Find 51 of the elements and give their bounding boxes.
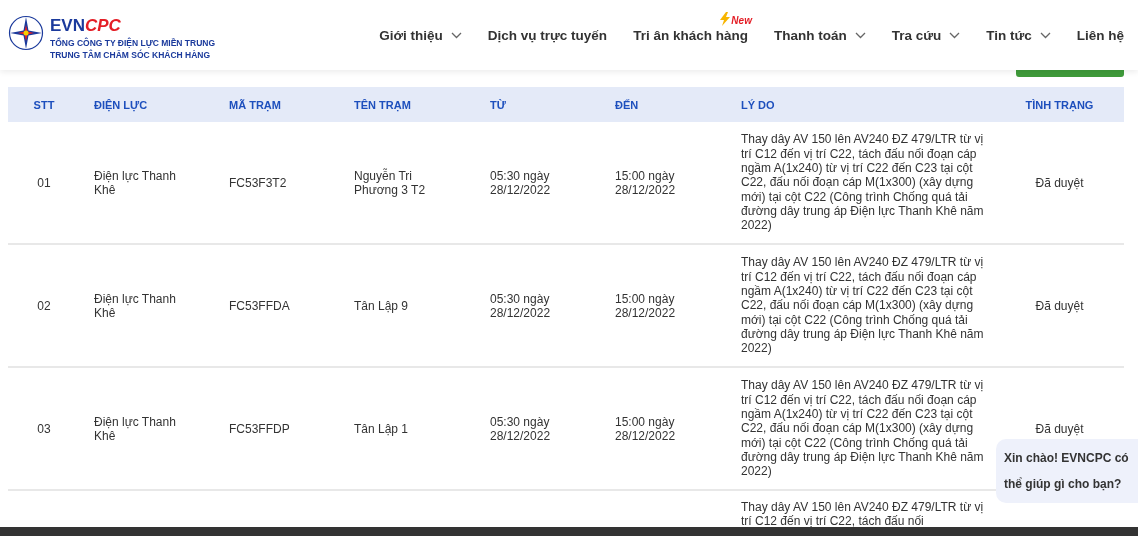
nav-link[interactable]: Giới thiệu [379,27,443,43]
chevron-down-icon[interactable] [854,31,866,39]
nav-link[interactable]: Liên hệ [1076,27,1124,43]
table-cell: Đã duyệt [1035,175,1084,190]
nav-link[interactable]: Dịch vụ trực tuyến [487,27,608,43]
table-cell-text: Điện lực Thanh Khê [94,291,177,320]
chat-bubble[interactable]: Xin chào! EVNCPC có thể giúp gì cho bạn? [996,439,1138,503]
table-cell-text: 05:30 ngày 28/12/2022 [490,414,552,443]
table-cell-text: Điện lực Thanh Khê [94,168,177,197]
chevron-down-icon[interactable] [450,31,462,39]
table-cell-text: Nguyễn Tri Phương 3 T2 [354,168,427,197]
nav-link[interactable]: Tin tức [986,27,1032,43]
logo-icon [8,15,44,51]
nav-link[interactable]: Tri ân khách hàng [633,27,748,43]
table-cell: Đã duyệt [1035,421,1084,436]
column-header: MÃ TRẠM [215,87,340,122]
logo-wordmark: EVNCPC [50,15,122,37]
table-cell: Tân Lập 1 [354,421,409,436]
table-cell: Đã duyệt [1035,298,1084,313]
table-cell-text: Điện lực Thanh Khê [94,414,177,443]
column-header: TÌNH TRẠNG [995,87,1124,122]
table-cell: FC53FFDP [229,421,290,436]
table-cell-text: 05:30 ngày 28/12/2022 [490,168,552,197]
logo-subtitle: TỔNG CÔNG TY ĐIỆN LỰC MIỀN TRUNG [50,37,216,49]
table-cell-text: Thay dây AV 150 lên AV240 ĐZ 479/LTR từ vị trí C12 đến vị trí C22, tách đấu nối đoạn cáp ngầm A(1x240) từ vị trí C22 đến C23 tại cột C22, đấu nối đoạn cáp M(1x300) (xây dựng mới) tại cột C22 (Công trình Chống quá tải đường dây trung áp Điện lực Thanh Khê năm 2022) [741,132,985,233]
column-header: STT [8,87,80,122]
column-header: TỪ [476,87,601,122]
table-cell-text: 05:30 ngày 28/12/2022 [490,291,552,320]
column-header: TÊN TRẠM [340,87,476,122]
column-header: LÝ DO [727,87,995,122]
table-cell: 02 [37,298,51,313]
table-cell-text: Thay dây AV 150 lên AV240 ĐZ 479/LTR từ vị trí C12 đến vị trí C22, tách đấu nối [741,500,985,527]
column-header: ĐẾN [601,87,727,122]
nav-link[interactable]: Tra cứu [891,27,942,43]
table-cell: 01 [37,175,51,190]
table-cell-text: 15:00 ngày 28/12/2022 [615,168,677,197]
chevron-down-icon[interactable] [949,31,961,39]
lightning-icon [719,11,732,26]
table-cell-text: Thay dây AV 150 lên AV240 ĐZ 479/LTR từ vị trí C12 đến vị trí C22, tách đấu nối đoạn cáp ngầm A(1x240) từ vị trí C22 đến C23 tại cột C22, đấu nối đoạn cáp M(1x300) (xây dựng mới) tại cột C22 (Công trình Chống quá tải đường dây trung áp Điện lực Thanh Khê năm 2022) [741,378,985,479]
table-cell-text: 15:00 ngày 28/12/2022 [615,291,677,320]
nav-link[interactable]: Thanh toán [773,27,847,43]
table-cell: 03 [37,421,51,436]
chevron-down-icon[interactable] [1039,31,1051,39]
table-cell-text: 15:00 ngày 28/12/2022 [615,414,677,443]
table-cell: Tân Lập 9 [354,298,409,313]
new-label: New [731,14,752,26]
logo-subtitle: TRUNG TÂM CHĂM SÓC KHÁCH HÀNG [50,49,212,61]
table-cell: FC53FFDA [229,298,290,313]
column-header: ĐIỆN LỰC [80,87,215,122]
table-cell: FC53F3T2 [229,175,287,190]
table-cell-text: Thay dây AV 150 lên AV240 ĐZ 479/LTR từ vị trí C12 đến vị trí C22, tách đấu nối đoạn cáp ngầm A(1x240) từ vị trí C22 đến C23 tại cột C22, đấu nối đoạn cáp M(1x300) (xây dựng mới) tại cột C22 (Công trình Chống quá tải đường dây trung áp Điện lực Thanh Khê năm 2022) [741,255,985,356]
